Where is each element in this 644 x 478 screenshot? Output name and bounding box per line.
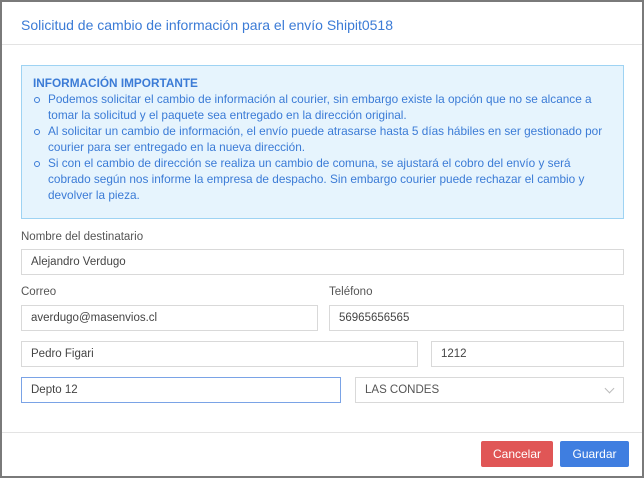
important-info-alert: INFORMACIÓN IMPORTANTE Podemos solicitar… bbox=[21, 65, 624, 219]
info-heading: INFORMACIÓN IMPORTANTE bbox=[33, 76, 198, 90]
info-item: Podemos solicitar el cambio de informaci… bbox=[33, 91, 612, 123]
modal-title: Solicitud de cambio de información para … bbox=[21, 17, 394, 33]
recipient-name-input[interactable]: Alejandro Verdugo bbox=[21, 249, 624, 275]
change-info-modal: Solicitud de cambio de información para … bbox=[2, 2, 642, 476]
address-complement-input[interactable]: Depto 12 bbox=[21, 377, 341, 403]
commune-select[interactable]: LAS CONDES bbox=[355, 377, 624, 403]
header-divider bbox=[2, 44, 642, 45]
cancel-button[interactable]: Cancelar bbox=[481, 441, 553, 467]
email-input[interactable]: averdugo@masenvios.cl bbox=[21, 305, 318, 331]
phone-input[interactable]: 56965656565 bbox=[329, 305, 624, 331]
commune-value: LAS CONDES bbox=[365, 384, 440, 396]
footer-divider bbox=[2, 432, 642, 433]
name-label: Nombre del destinatario bbox=[21, 231, 144, 243]
save-button[interactable]: Guardar bbox=[560, 441, 629, 467]
info-item: Al solicitar un cambio de información, e… bbox=[33, 123, 612, 155]
street-number-input[interactable]: 1212 bbox=[431, 341, 624, 367]
email-label: Correo bbox=[21, 286, 57, 298]
info-item: Si con el cambio de dirección se realiza… bbox=[33, 155, 612, 203]
chevron-down-icon bbox=[604, 383, 615, 394]
street-input[interactable]: Pedro Figari bbox=[21, 341, 418, 367]
phone-label: Teléfono bbox=[329, 286, 373, 298]
